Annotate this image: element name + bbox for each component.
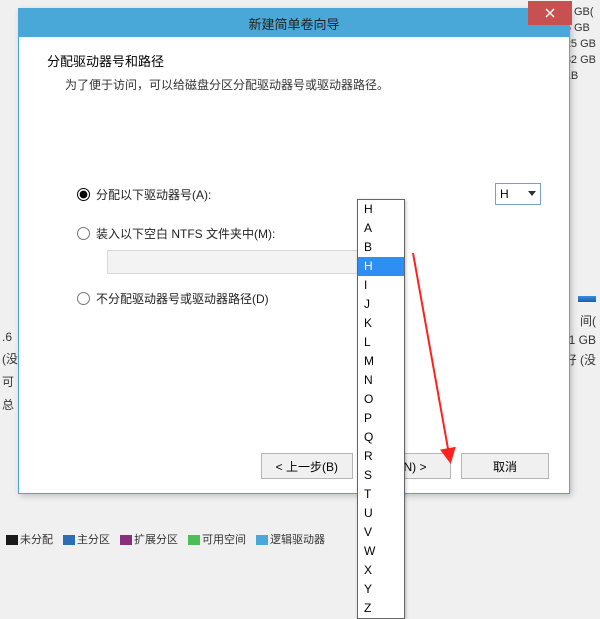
- option-no-assign-row: 不分配驱动器号或驱动器路径(D): [77, 290, 541, 307]
- status-item: 未分配: [6, 531, 53, 547]
- left-background-fragments: .6 (没可总: [2, 330, 18, 419]
- dialog-title: 新建简单卷向导: [19, 14, 569, 33]
- dropdown-item[interactable]: Q: [358, 428, 404, 447]
- dropdown-item[interactable]: R: [358, 447, 404, 466]
- cancel-button[interactable]: 取消: [461, 453, 549, 479]
- left-frag-item: .6: [2, 330, 18, 344]
- options-group: 分配以下驱动器号(A): H 装入以下空白 NTFS 文件夹中(M): 浏 不分…: [77, 183, 541, 307]
- status-swatch: [188, 535, 200, 545]
- status-item: 可用空间: [188, 531, 246, 547]
- dropdown-item[interactable]: X: [358, 561, 404, 580]
- radio-no-assign[interactable]: [77, 292, 90, 305]
- status-label: 主分区: [77, 534, 110, 546]
- close-button[interactable]: [528, 1, 572, 25]
- folder-path-row: 浏: [107, 250, 541, 274]
- option-mount-folder-row: 装入以下空白 NTFS 文件夹中(M):: [77, 225, 541, 242]
- wizard-dialog: 新建简单卷向导 分配驱动器号和路径 为了便于访问，可以给磁盘分区分配驱动器号或驱…: [18, 8, 570, 494]
- dropdown-item[interactable]: K: [358, 314, 404, 333]
- status-item: 逻辑驱动器: [256, 531, 325, 547]
- dropdown-item[interactable]: J: [358, 295, 404, 314]
- dropdown-item[interactable]: Y: [358, 580, 404, 599]
- drive-letter-select[interactable]: H: [495, 183, 541, 205]
- option-assign-letter-row: 分配以下驱动器号(A): H: [77, 183, 541, 205]
- folder-path-input: [107, 250, 359, 274]
- dropdown-item[interactable]: U: [358, 504, 404, 523]
- dropdown-item[interactable]: H: [358, 257, 404, 276]
- left-frag-item: (没: [2, 350, 18, 367]
- status-label: 可用空间: [202, 534, 246, 546]
- status-label: 逻辑驱动器: [270, 534, 325, 546]
- dropdown-item[interactable]: O: [358, 390, 404, 409]
- status-item: 扩展分区: [120, 531, 178, 547]
- dropdown-item[interactable]: A: [358, 219, 404, 238]
- label-mount-folder: 装入以下空白 NTFS 文件夹中(M):: [96, 225, 275, 242]
- wizard-body: 分配驱动器号和路径 为了便于访问，可以给磁盘分区分配驱动器号或驱动器路径。 分配…: [19, 37, 569, 341]
- label-assign-letter: 分配以下驱动器号(A):: [96, 186, 211, 203]
- radio-assign-letter[interactable]: [77, 188, 90, 201]
- dropdown-item[interactable]: I: [358, 276, 404, 295]
- left-frag-item: 总: [2, 396, 18, 413]
- status-swatch: [120, 535, 132, 545]
- page-subdescription: 为了便于访问，可以给磁盘分区分配驱动器号或驱动器路径。: [65, 76, 541, 93]
- page-heading: 分配驱动器号和路径: [47, 51, 541, 70]
- dropdown-item[interactable]: S: [358, 466, 404, 485]
- status-label: 未分配: [20, 534, 53, 546]
- drive-letter-value: H: [500, 187, 509, 201]
- status-label: 扩展分区: [134, 534, 178, 546]
- radio-mount-folder[interactable]: [77, 227, 90, 240]
- dialog-titlebar: 新建简单卷向导: [19, 9, 569, 37]
- dropdown-item[interactable]: W: [358, 542, 404, 561]
- dropdown-item[interactable]: T: [358, 485, 404, 504]
- label-no-assign: 不分配驱动器号或驱动器路径(D): [96, 290, 269, 307]
- dropdown-item[interactable]: V: [358, 523, 404, 542]
- dropdown-item[interactable]: Z: [358, 599, 404, 618]
- dropdown-item[interactable]: P: [358, 409, 404, 428]
- dropdown-item[interactable]: L: [358, 333, 404, 352]
- side-color-bar: [578, 296, 596, 302]
- status-bar: 未分配 主分区 扩展分区 可用空间 逻辑驱动器: [0, 529, 331, 549]
- close-icon: [545, 8, 555, 18]
- status-item: 主分区: [63, 531, 110, 547]
- chevron-down-icon: [528, 191, 536, 196]
- back-button[interactable]: < 上一步(B): [261, 453, 353, 479]
- status-swatch: [63, 535, 75, 545]
- left-frag-item: 可: [2, 373, 18, 390]
- dropdown-item[interactable]: M: [358, 352, 404, 371]
- dropdown-item[interactable]: B: [358, 238, 404, 257]
- drive-letter-dropdown[interactable]: HABHIJKLMNOPQRSTUVWXYZ: [357, 199, 405, 619]
- status-swatch: [6, 535, 18, 545]
- dropdown-item[interactable]: N: [358, 371, 404, 390]
- status-swatch: [256, 535, 268, 545]
- dropdown-item[interactable]: H: [358, 200, 404, 219]
